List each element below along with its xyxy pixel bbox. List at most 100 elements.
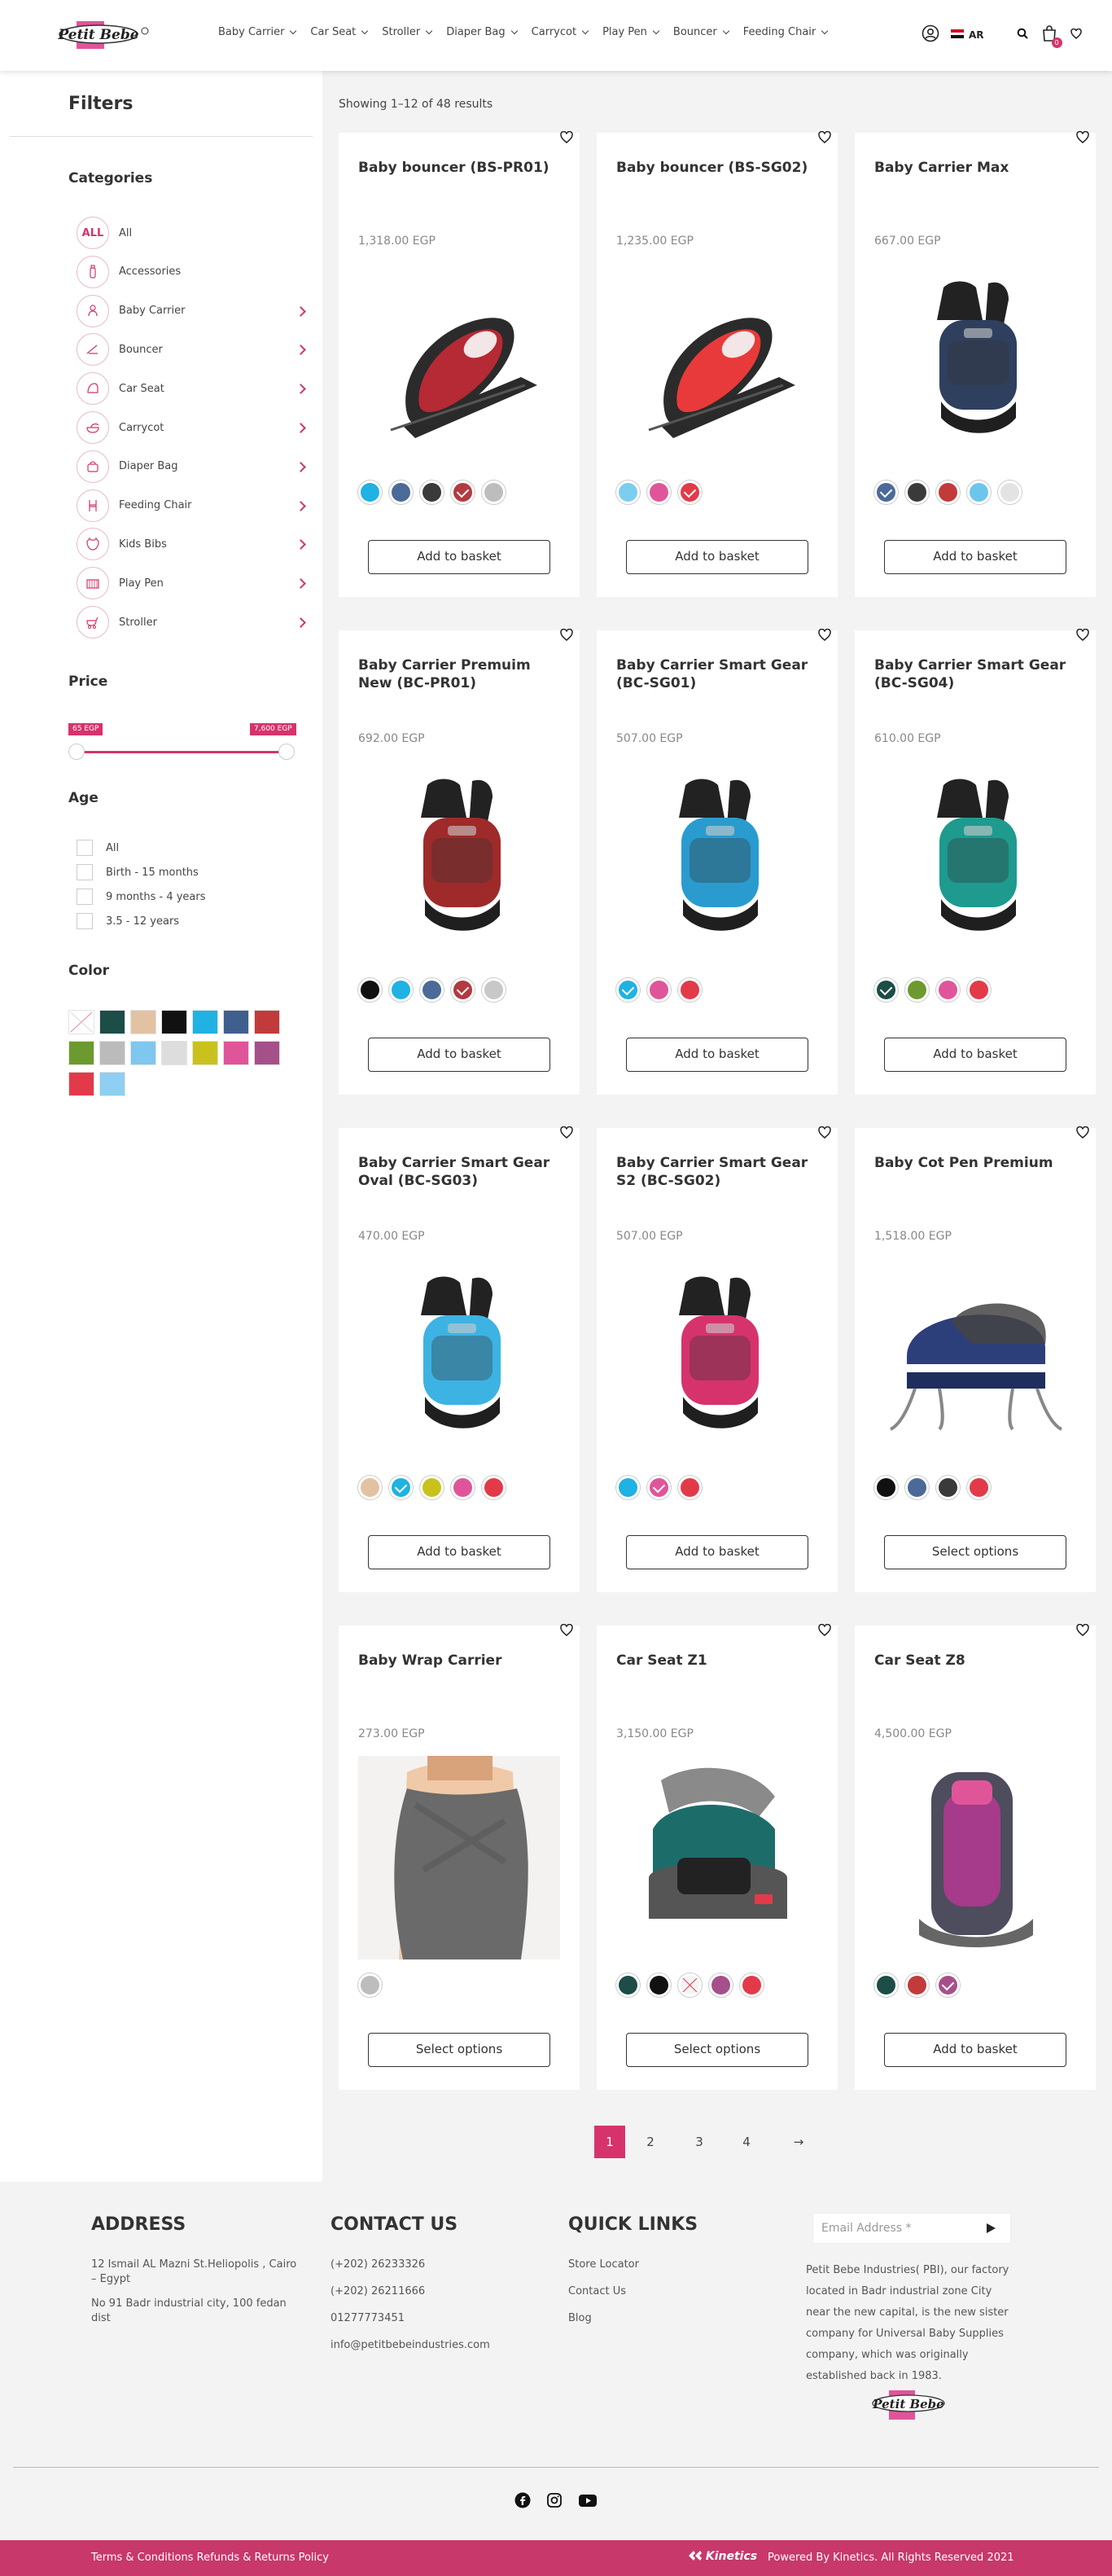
chevron-right-icon[interactable]: [296, 617, 306, 628]
page-link-3[interactable]: 3: [689, 2126, 710, 2158]
language-switch[interactable]: AR: [969, 29, 984, 41]
color-option[interactable]: [420, 1476, 444, 1499]
color-swatch[interactable]: [99, 1041, 125, 1065]
color-option[interactable]: [905, 978, 929, 1002]
wishlist-heart-icon[interactable]: [1070, 28, 1082, 42]
category-car-seat[interactable]: Car Seat: [77, 371, 308, 406]
age-option[interactable]: All: [77, 840, 119, 856]
category-bouncer[interactable]: Bouncer: [77, 331, 308, 367]
color-option[interactable]: [616, 481, 640, 504]
contact-phone[interactable]: (+202) 26211666: [331, 2284, 425, 2299]
age-checkbox[interactable]: [77, 913, 93, 929]
user-icon[interactable]: [922, 24, 939, 46]
color-option[interactable]: [358, 1973, 382, 1997]
color-option[interactable]: [678, 1973, 702, 1997]
wishlist-heart-icon[interactable]: [560, 1126, 573, 1142]
product-card[interactable]: Car Seat Z1 3,150.00 EGP Select options: [597, 1623, 838, 2090]
instagram-icon[interactable]: [546, 2492, 563, 2512]
color-option[interactable]: [678, 481, 702, 504]
color-swatch[interactable]: [161, 1041, 187, 1065]
wishlist-heart-icon[interactable]: [560, 130, 573, 147]
add-to-basket-button[interactable]: Add to basket: [884, 2033, 1066, 2067]
add-to-basket-button[interactable]: Add to basket: [626, 540, 808, 574]
color-swatch[interactable]: [68, 1072, 94, 1096]
chevron-right-icon[interactable]: [296, 423, 306, 433]
color-option[interactable]: [905, 1973, 929, 1997]
product-title[interactable]: Baby Carrier Smart Gear (BC-SG04): [874, 656, 1078, 692]
product-title[interactable]: Baby Wrap Carrier: [358, 1652, 562, 1670]
color-option[interactable]: [358, 1476, 382, 1499]
category-feeding-chair[interactable]: Feeding Chair: [77, 488, 308, 524]
product-title[interactable]: Baby Carrier Premuim New (BC-PR01): [358, 656, 562, 692]
contact-mobile[interactable]: 01277773451: [331, 2311, 405, 2326]
next-page-arrow[interactable]: →: [788, 2126, 809, 2158]
category-diaper-bag[interactable]: Diaper Bag: [77, 449, 308, 485]
age-checkbox[interactable]: [77, 840, 93, 856]
nav-item-carrycot[interactable]: Carrycot: [532, 26, 589, 38]
chevron-right-icon[interactable]: [296, 578, 306, 590]
product-image[interactable]: [874, 1756, 1076, 1959]
wishlist-heart-icon[interactable]: [818, 628, 831, 644]
color-option[interactable]: [616, 978, 640, 1002]
color-option[interactable]: [874, 1476, 898, 1499]
nav-item-car-seat[interactable]: Car Seat: [310, 26, 369, 38]
color-option[interactable]: [389, 1476, 413, 1499]
page-link-1[interactable]: 1: [594, 2126, 625, 2158]
add-to-basket-button[interactable]: Add to basket: [626, 1038, 808, 1072]
product-title[interactable]: Baby Carrier Smart Gear Oval (BC-SG03): [358, 1154, 562, 1190]
category-all[interactable]: ALL All: [77, 215, 308, 251]
category-stroller[interactable]: Stroller: [77, 604, 308, 640]
color-option[interactable]: [358, 481, 382, 504]
color-option[interactable]: [389, 481, 413, 504]
footer-link-blog[interactable]: Blog: [568, 2311, 592, 2326]
add-to-basket-button[interactable]: Add to basket: [368, 540, 550, 574]
nav-item-play-pen[interactable]: Play Pen: [602, 26, 660, 38]
chevron-right-icon[interactable]: [296, 344, 306, 356]
color-option[interactable]: [905, 481, 929, 504]
color-option[interactable]: [451, 978, 475, 1002]
age-option[interactable]: Birth - 15 months: [77, 864, 199, 880]
product-card[interactable]: Baby bouncer (BS-SG02) 1,235.00 EGP Add to…: [597, 130, 838, 597]
color-option[interactable]: [936, 1973, 960, 1997]
color-option[interactable]: [482, 481, 506, 504]
product-card[interactable]: Baby Cot Pen Premium 1,518.00 EGP Select o…: [855, 1126, 1096, 1592]
add-to-basket-button[interactable]: Add to basket: [884, 540, 1066, 574]
page-link-4[interactable]: 4: [736, 2126, 757, 2158]
category-carrycot[interactable]: Carrycot: [77, 410, 308, 445]
youtube-icon[interactable]: [578, 2492, 598, 2512]
product-card[interactable]: Baby Carrier Smart Gear Oval (BC-SG03) 47…: [339, 1126, 580, 1592]
product-card[interactable]: Baby Carrier Smart Gear (BC-SG01) 507.00 …: [597, 628, 838, 1095]
color-swatch[interactable]: [99, 1010, 125, 1034]
product-image[interactable]: [358, 761, 560, 964]
color-swatch[interactable]: [68, 1010, 94, 1034]
color-swatch[interactable]: [161, 1010, 187, 1034]
add-to-basket-button[interactable]: Add to basket: [884, 1038, 1066, 1072]
color-option[interactable]: [451, 481, 475, 504]
color-option[interactable]: [420, 481, 444, 504]
chevron-right-icon[interactable]: [296, 461, 306, 472]
color-option[interactable]: [967, 978, 991, 1002]
wishlist-heart-icon[interactable]: [1076, 130, 1089, 147]
color-swatch[interactable]: [254, 1010, 280, 1034]
color-option[interactable]: [709, 1973, 733, 1997]
select-options-button[interactable]: Select options: [884, 1535, 1066, 1569]
nav-item-stroller[interactable]: Stroller: [382, 26, 433, 38]
age-option[interactable]: 3.5 - 12 years: [77, 913, 179, 929]
product-title[interactable]: Baby bouncer (BS-PR01): [358, 159, 562, 177]
color-option[interactable]: [936, 481, 960, 504]
chevron-right-icon[interactable]: [296, 305, 306, 317]
add-to-basket-button[interactable]: Add to basket: [368, 1038, 550, 1072]
color-swatch[interactable]: [130, 1041, 156, 1065]
color-swatch[interactable]: [130, 1010, 156, 1034]
select-options-button[interactable]: Select options: [368, 2033, 550, 2067]
color-option[interactable]: [678, 1476, 702, 1499]
color-option[interactable]: [967, 481, 991, 504]
product-image[interactable]: [874, 761, 1076, 964]
color-option[interactable]: [647, 1476, 671, 1499]
color-option[interactable]: [616, 1476, 640, 1499]
site-logo[interactable]: Petit Bebe: [54, 16, 151, 54]
wishlist-heart-icon[interactable]: [818, 130, 831, 147]
price-slider-max-handle[interactable]: [278, 744, 295, 760]
price-slider-track[interactable]: [77, 751, 287, 753]
wishlist-heart-icon[interactable]: [1076, 1623, 1089, 1639]
